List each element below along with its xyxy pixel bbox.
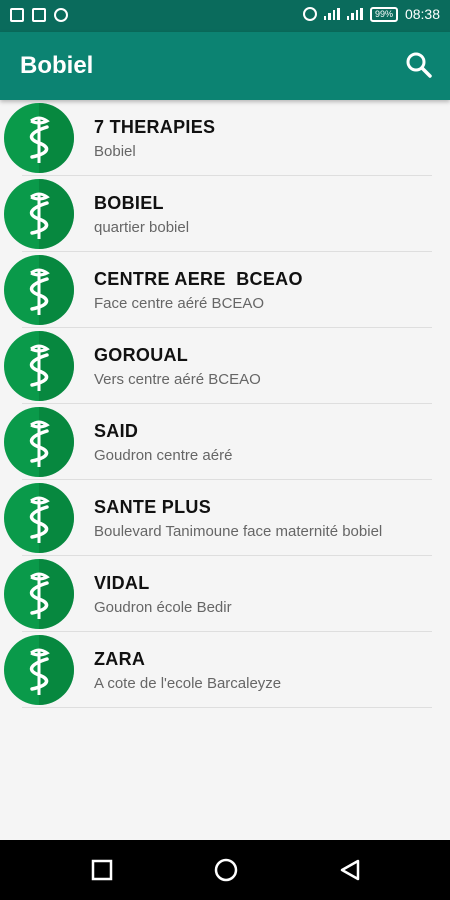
list-item[interactable]: SAID Goudron centre aéré (0, 404, 450, 480)
list-item[interactable]: CENTRE AERE BCEAO Face centre aéré BCEAO (0, 252, 450, 328)
pharmacy-name: VIDAL (94, 573, 150, 593)
notification-icon (10, 8, 24, 22)
pharmacy-list: 7 THERAPIES Bobiel BOBIEL quartier bobie… (0, 100, 450, 708)
pharmacy-name: BOBIEL (94, 193, 164, 213)
pharmacy-name: SANTE PLUS (94, 497, 212, 517)
divider (22, 707, 432, 708)
list-item[interactable]: ZARA A cote de l'ecole Barcaleyze (0, 632, 450, 708)
search-icon (406, 52, 432, 78)
pharmacy-logo-icon (4, 103, 74, 173)
shield-icon (54, 8, 68, 22)
list-item[interactable]: SANTE PLUS Boulevard Tanimoune face mate… (0, 480, 450, 556)
pharmacy-name: SAID (94, 421, 139, 441)
pharmacy-address: Bobiel (94, 143, 136, 160)
battery-icon: 99% (369, 6, 398, 22)
pharmacy-name: 7 THERAPIES (94, 117, 216, 137)
signal-icon (323, 8, 340, 20)
pharmacy-logo-icon (4, 255, 74, 325)
image-icon (32, 8, 46, 22)
pharmacy-address: Goudron centre aéré (94, 447, 233, 464)
list-item[interactable]: VIDAL Goudron école Bedir (0, 556, 450, 632)
clock: 08:38 (404, 6, 440, 22)
back-button[interactable] (338, 858, 362, 882)
signal-icon-2 (346, 8, 363, 20)
pharmacy-name: CENTRE AERE BCEAO (94, 269, 303, 289)
list-item[interactable]: 7 THERAPIES Bobiel (0, 100, 450, 176)
pharmacy-name: ZARA (94, 649, 146, 669)
pharmacy-address: Goudron école Bedir (94, 599, 232, 616)
search-button[interactable] (404, 50, 434, 80)
pharmacy-logo-icon (4, 331, 74, 401)
pharmacy-address: Boulevard Tanimoune face maternité bobie… (94, 523, 383, 540)
pharmacy-address: Vers centre aéré BCEAO (94, 371, 261, 388)
status-bar: 99% 08:38 (0, 0, 450, 32)
pharmacy-logo-icon (4, 635, 74, 705)
list-item[interactable]: BOBIEL quartier bobiel (0, 176, 450, 252)
pharmacy-address: quartier bobiel (94, 219, 190, 236)
pharmacy-logo-icon (4, 483, 74, 553)
pharmacy-address: Face centre aéré BCEAO (94, 295, 265, 312)
home-button[interactable] (213, 858, 239, 884)
pharmacy-name: GOROUAL (94, 345, 189, 365)
page-title: Bobiel (20, 52, 94, 79)
pharmacy-logo-icon (4, 179, 74, 249)
navigation-bar (0, 840, 450, 900)
list-item[interactable]: GOROUAL Vers centre aéré BCEAO (0, 328, 450, 404)
pharmacy-logo-icon (4, 559, 74, 629)
alarm-icon (302, 7, 317, 21)
app-bar: Bobiel (0, 32, 450, 100)
pharmacy-address: A cote de l'ecole Barcaleyze (94, 675, 282, 692)
pharmacy-logo-icon (4, 407, 74, 477)
recent-apps-button[interactable] (90, 858, 114, 882)
